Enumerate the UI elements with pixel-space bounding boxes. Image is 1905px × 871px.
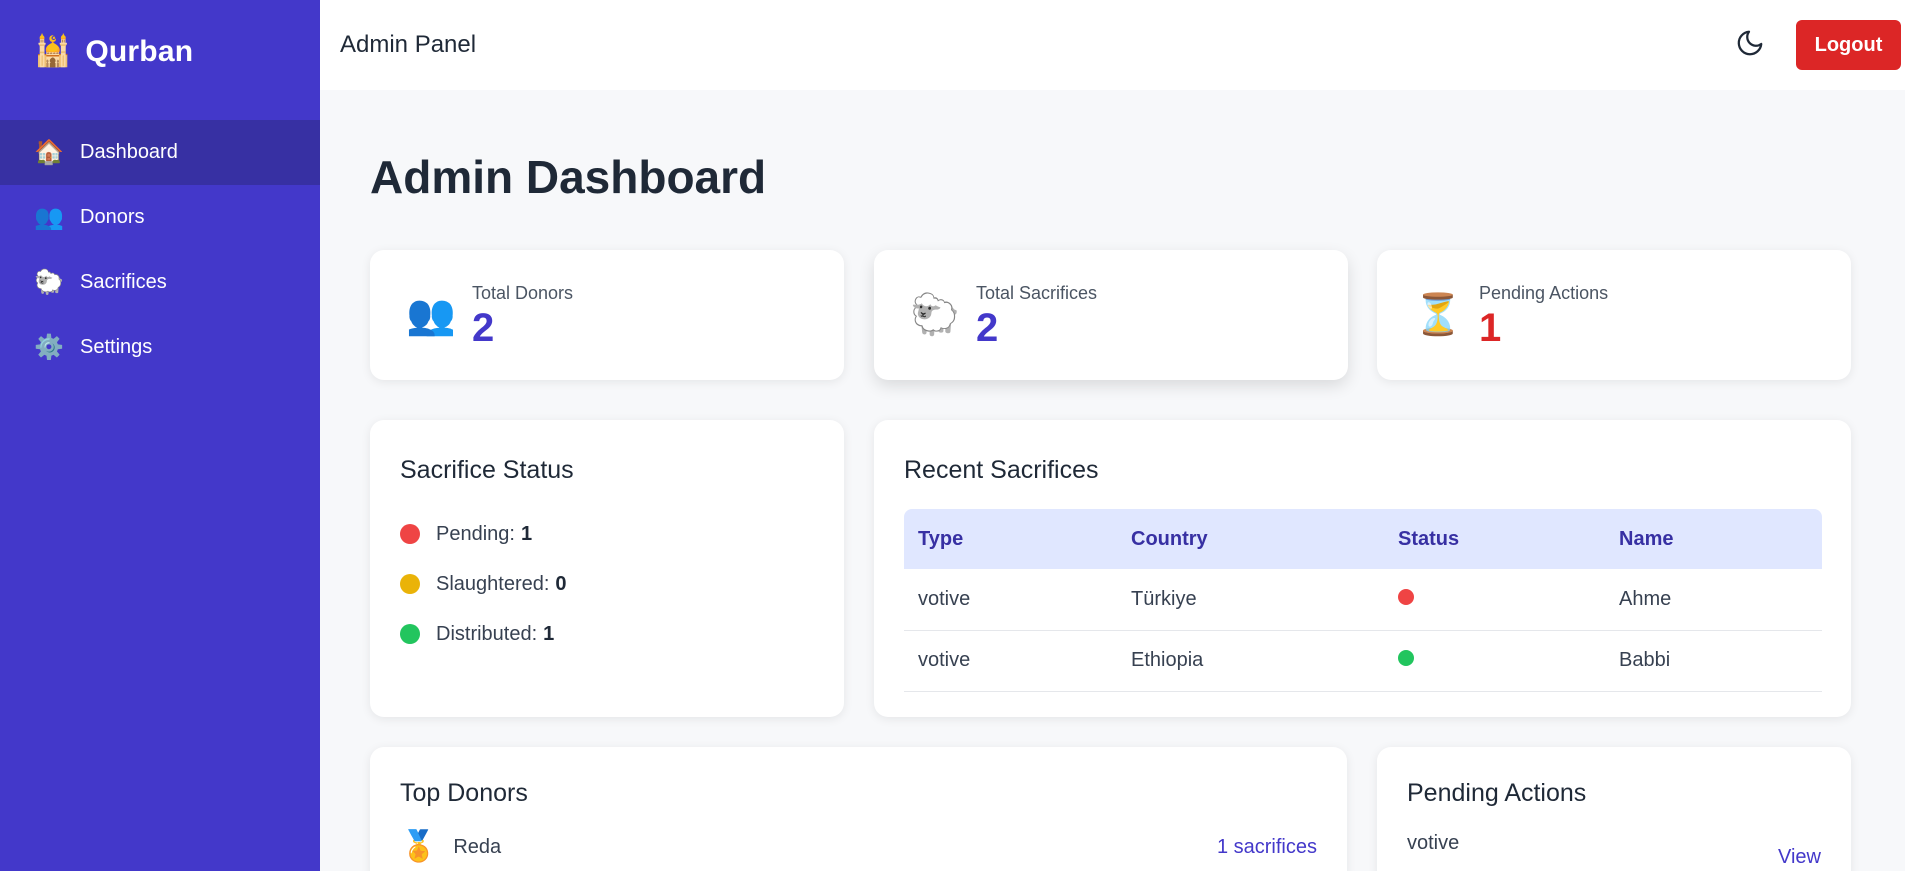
recent-sacrifices-card: Recent Sacrifices Type Country Status Na…	[874, 420, 1851, 717]
gear-icon: ⚙️	[34, 333, 64, 361]
table-header-row: Type Country Status Name	[904, 509, 1822, 569]
status-count: 1	[543, 622, 555, 645]
sidebar-nav: 🏠 Dashboard 👥 Donors 🐑 Sacrifices ⚙️ Set…	[0, 120, 320, 380]
sidebar-item-sacrifices[interactable]: 🐑 Sacrifices	[0, 250, 320, 315]
donor-name: Reda	[453, 835, 502, 858]
sidebar-item-label: Dashboard	[80, 141, 178, 163]
column-header: Name	[1619, 527, 1674, 550]
table-row[interactable]: votive Türkiye Ahme	[904, 569, 1822, 631]
list-item: votive View	[1407, 832, 1821, 868]
column-header: Status	[1398, 527, 1460, 550]
status-list: Pending: 1 Slaughtered: 0 Distributed: 1	[400, 509, 814, 659]
stat-card-pending-actions: ⏳ Pending Actions 1	[1377, 250, 1851, 380]
column-header: Country	[1131, 527, 1208, 550]
people-icon: 👥	[406, 293, 456, 337]
top-donors-card: Top Donors 🏅 Reda 1 sacrifices	[370, 747, 1347, 871]
list-item: 🏅 Reda 1 sacrifices	[400, 832, 1317, 862]
sheep-icon: 🐑	[910, 293, 960, 337]
cell-name: Ahme	[1605, 569, 1822, 631]
sidebar-item-label: Donors	[80, 206, 145, 228]
red-dot-icon	[400, 524, 420, 544]
logout-button[interactable]: Logout	[1796, 20, 1901, 70]
status-count: 1	[520, 522, 533, 545]
header-title: Admin Panel	[340, 31, 477, 58]
cell-status	[1384, 630, 1605, 692]
cell-name: Babbi	[1605, 630, 1822, 692]
status-dot-icon	[1398, 650, 1414, 666]
sidebar-item-dashboard[interactable]: 🏠 Dashboard	[0, 120, 320, 185]
stat-label: Pending Actions	[1479, 282, 1609, 303]
house-icon: 🏠	[34, 138, 64, 166]
stat-value: 2	[976, 305, 999, 350]
stat-value: 1	[1479, 305, 1502, 350]
status-dot-icon	[1398, 588, 1414, 605]
mosque-icon: 🕌	[34, 35, 72, 68]
status-row-distributed: Distributed: 1	[400, 609, 814, 659]
cell-type: votive	[904, 630, 1117, 692]
status-count: 0	[555, 572, 567, 595]
status-row-slaughtered: Slaughtered: 0	[400, 559, 814, 609]
card-title: Sacrifice Status	[400, 456, 574, 484]
moon-icon[interactable]	[1735, 28, 1765, 58]
cell-type: votive	[904, 569, 1117, 631]
yellow-dot-icon	[400, 574, 420, 594]
card-title: Top Donors	[400, 779, 528, 807]
page-title: Admin Dashboard	[370, 151, 767, 203]
cell-country: Ethiopia	[1117, 630, 1384, 692]
sidebar-item-label: Sacrifices	[80, 271, 167, 293]
hourglass-icon: ⏳	[1413, 293, 1463, 337]
view-link[interactable]: View	[1778, 846, 1821, 869]
medal-icon: 🏅	[400, 830, 438, 863]
sacrifice-status-card: Sacrifice Status Pending: 1 Slaughtered:…	[370, 420, 844, 717]
stat-label: Total Donors	[472, 282, 574, 303]
sidebar-item-settings[interactable]: ⚙️ Settings	[0, 315, 320, 380]
table-row[interactable]: votive Ethiopia Babbi	[904, 630, 1822, 692]
card-title: Recent Sacrifices	[904, 456, 1099, 484]
top-bar: Admin Panel	[320, 0, 1905, 90]
sheep-icon: 🐑	[34, 268, 64, 296]
sidebar-item-donors[interactable]: 👥 Donors	[0, 185, 320, 250]
card-title: Pending Actions	[1407, 779, 1587, 807]
status-label: Distributed:	[436, 622, 538, 645]
status-label: Slaughtered:	[436, 572, 550, 595]
recent-sacrifices-table: Type Country Status Name votive Türkiye …	[904, 509, 1822, 692]
stat-value: 2	[472, 305, 495, 350]
pending-type: votive	[1407, 832, 1460, 854]
cell-country: Türkiye	[1117, 569, 1384, 631]
cell-status	[1384, 569, 1605, 631]
people-icon: 👥	[34, 203, 64, 231]
brand[interactable]: 🕌 Qurban	[0, 0, 320, 104]
green-dot-icon	[400, 624, 420, 644]
brand-name: Qurban	[85, 35, 194, 68]
stat-card-total-sacrifices: 🐑 Total Sacrifices 2	[874, 250, 1348, 380]
sidebar: 🕌 Qurban 🏠 Dashboard 👥 Donors 🐑 Sacrific…	[0, 0, 320, 871]
stat-label: Total Sacrifices	[976, 282, 1098, 303]
donor-sacrifice-count: 1 sacrifices	[1216, 835, 1317, 858]
column-header: Type	[918, 527, 964, 550]
sidebar-item-label: Settings	[80, 336, 153, 358]
status-row-pending: Pending: 1	[400, 509, 814, 559]
stat-card-total-donors: 👥 Total Donors 2	[370, 250, 844, 380]
status-label: Pending:	[436, 522, 515, 545]
pending-actions-card: Pending Actions votive View	[1377, 747, 1851, 871]
